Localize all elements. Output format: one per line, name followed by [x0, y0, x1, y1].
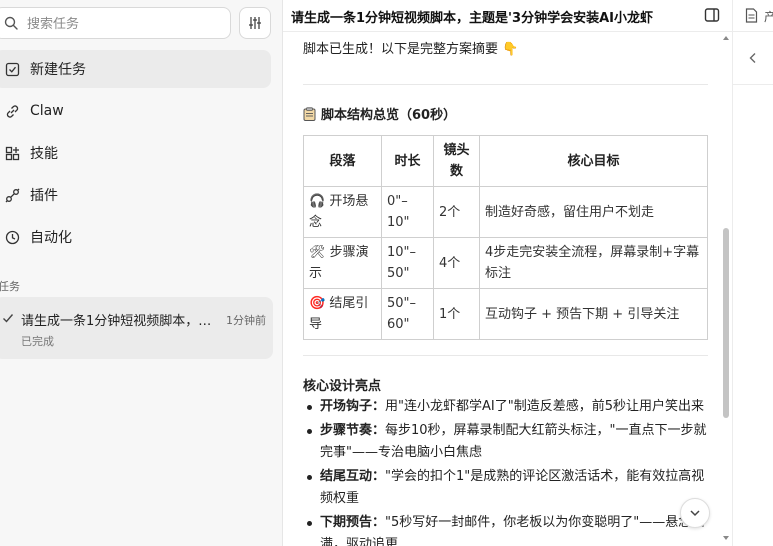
artifact-tab-label: 产 [764, 10, 773, 24]
chevron-down-icon [690, 510, 700, 517]
script-structure-table: 段落 时长 镜头数 核心目标 🎧 开场悬念 0"–10" 2个 制造好奇感，留住… [303, 135, 708, 340]
tasks-section-label: 任务 [0, 280, 20, 293]
divider [733, 84, 773, 85]
table-header: 镜头数 [433, 135, 480, 187]
nav-skills[interactable]: 技能 [0, 134, 271, 172]
sidebar-toggle-icon[interactable] [704, 7, 720, 23]
list-item: 下期预告："5秒写好一封邮件，你老板以为你变聪明了"——悬念拉满，驱动追更 [303, 512, 708, 546]
check-icon [3, 314, 14, 323]
scroll-up-arrow-icon[interactable] [723, 36, 729, 40]
table-cell: 10"–50" [381, 237, 434, 289]
highlights-heading: 核心设计亮点 [303, 379, 382, 394]
table-cell: 🛠 步骤演示 [303, 237, 382, 289]
right-panel: 产 [732, 0, 773, 546]
list-item: 结尾互动："学会的扣个1"是成熟的评论区激活话术，能有效拉高视频权重 [303, 466, 708, 510]
task-item[interactable]: 请生成一条1分钟短视频脚本，主... 1分钟前 已完成 [0, 297, 273, 359]
highlights-list: 开场钩子：用"连小龙虾都学AI了"制造反差感，前5秒让用户笑出来 步骤节奏：每步… [303, 396, 708, 546]
structure-heading-text: 脚本结构总览（60秒） [321, 108, 457, 123]
task-title: 请生成一条1分钟短视频脚本，主... [21, 314, 214, 329]
table-header: 时长 [381, 135, 434, 187]
table-cell: 1个 [433, 288, 480, 340]
nav-label: 新建任务 [30, 62, 86, 78]
scroll-to-bottom-button[interactable] [680, 498, 710, 528]
nav-plugins[interactable]: 插件 [0, 176, 271, 214]
nav-automation[interactable]: 自动化 [0, 218, 271, 256]
link-icon [4, 103, 20, 119]
nav-label: 插件 [30, 188, 58, 204]
intro-text: 脚本已生成！以下是完整方案摘要 👇 [303, 42, 519, 57]
chevron-left-icon[interactable] [747, 52, 759, 64]
nav-new-task[interactable]: 新建任务 [0, 50, 271, 88]
table-cell: 50"–60" [381, 288, 434, 340]
sidebar: 新建任务 Claw 技能 插件 自动化 任务 请生成一条1分钟短视频脚本，主..… [0, 0, 283, 546]
table-row: 🎯 结尾引导 50"–60" 1个 互动钩子 + 预告下期 + 引导关注 [303, 288, 708, 340]
table-cell: 🎧 开场悬念 [303, 186, 382, 238]
grid-plus-icon [4, 145, 20, 161]
structure-heading: 脚本结构总览（60秒） [303, 104, 456, 123]
chat-title: 请生成一条1分钟短视频脚本，主题是'3分钟学会安装AI小龙虾 [291, 11, 653, 26]
list-item: 步骤节奏：每步10秒，屏幕录制配大红箭头标注，"一直点下一步就完事"——专治电脑… [303, 420, 708, 464]
clipboard-icon [303, 106, 316, 121]
nav-label: Claw [30, 103, 64, 119]
task-status: 已完成 [21, 335, 54, 348]
nav-label: 技能 [30, 146, 58, 162]
plug-icon [4, 187, 20, 203]
filter-button[interactable] [239, 7, 271, 39]
table-cell: 4个 [433, 237, 480, 289]
scroll-down-arrow-icon[interactable] [723, 536, 729, 540]
chat-header: 请生成一条1分钟短视频脚本，主题是'3分钟学会安装AI小龙虾 [283, 0, 732, 32]
list-item: 开场钩子：用"连小龙虾都学AI了"制造反差感，前5秒让用户笑出来 [303, 396, 708, 418]
sliders-icon [249, 17, 261, 29]
message-content: 脚本已生成！以下是完整方案摘要 👇 脚本结构总览（60秒） 段落 时长 镜头数 … [303, 32, 708, 546]
nav-label: 自动化 [30, 230, 72, 246]
divider [303, 355, 708, 356]
table-cell: 互动钩子 + 预告下期 + 引导关注 [479, 288, 708, 340]
search-icon [4, 16, 18, 30]
document-icon [745, 8, 758, 23]
search-input[interactable] [27, 14, 217, 34]
main-panel: 请生成一条1分钟短视频脚本，主题是'3分钟学会安装AI小龙虾 脚本已生成！以下是… [283, 0, 732, 546]
table-row: 🛠 步骤演示 10"–50" 4个 4步走完安装全流程，屏幕录制+字幕标注 [303, 237, 708, 289]
table-header: 段落 [303, 135, 382, 187]
scrollbar-thumb[interactable] [723, 228, 729, 418]
edit-square-icon [4, 61, 20, 77]
divider [303, 84, 708, 85]
table-row: 🎧 开场悬念 0"–10" 2个 制造好奇感，留住用户不划走 [303, 186, 708, 238]
artifact-tab[interactable]: 产 [733, 0, 773, 32]
table-cell: 制造好奇感，留住用户不划走 [479, 186, 708, 238]
task-time: 1分钟前 [226, 314, 266, 327]
table-cell: 4步走完安装全流程，屏幕录制+字幕标注 [479, 237, 708, 289]
scrollbar[interactable] [721, 32, 732, 546]
table-cell: 🎯 结尾引导 [303, 288, 382, 340]
nav-claw[interactable]: Claw [0, 92, 271, 130]
search-box[interactable] [0, 7, 231, 39]
table-header: 核心目标 [479, 135, 708, 187]
table-cell: 2个 [433, 186, 480, 238]
clock-icon [4, 229, 20, 245]
table-cell: 0"–10" [381, 186, 434, 238]
